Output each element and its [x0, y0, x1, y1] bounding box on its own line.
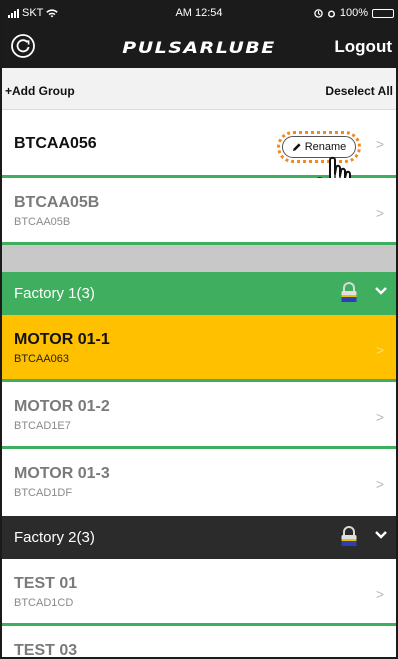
app-header: PULSARLUBE Logout	[2, 26, 396, 68]
status-bar: SKT AM 12:54 100%	[2, 2, 396, 26]
device-name: TEST 01	[14, 575, 78, 592]
chevron-right-icon: >	[375, 205, 384, 221]
device-name: BTCAA05B	[14, 194, 100, 211]
device-id: BTCAA063	[14, 353, 70, 365]
device-name: MOTOR 01-2	[14, 398, 110, 415]
lock-icon[interactable]	[340, 282, 358, 304]
device-name: MOTOR 01-3	[14, 465, 110, 482]
device-name: TEST 03	[14, 642, 78, 659]
chevron-right-icon: >	[375, 342, 384, 358]
group-toolbar: +Add Group Deselect All	[2, 68, 396, 110]
lock-icon[interactable]	[340, 526, 358, 548]
device-row-motor-01-1[interactable]: MOTOR 01-1 BTCAA063 >	[2, 315, 396, 382]
device-name: BTCAA056	[14, 135, 97, 152]
rename-label: Rename	[304, 141, 347, 153]
device-id: BTCAA05B	[14, 216, 71, 228]
group-header-factory-2[interactable]: Factory 2(3)	[2, 516, 396, 559]
app-screen: SKT AM 12:54 100% PULSARLUBE Logout +Add…	[0, 0, 398, 659]
device-id: BTCAD1CD	[14, 597, 74, 609]
section-divider	[2, 245, 396, 272]
pencil-icon	[292, 143, 301, 151]
add-group-button[interactable]: +Add Group	[5, 84, 75, 98]
logout-button[interactable]: Logout	[334, 37, 392, 57]
chevron-down-icon[interactable]	[374, 286, 388, 296]
location-icon	[314, 8, 323, 18]
chevron-right-icon: >	[375, 136, 384, 152]
device-row-test-03[interactable]: TEST 03 >	[2, 626, 396, 659]
status-right: 100%	[314, 7, 394, 19]
chevron-down-icon[interactable]	[374, 530, 388, 540]
device-row-motor-01-3[interactable]: MOTOR 01-3 BTCAD1DF >	[2, 449, 396, 516]
device-id: BTCAD1DF	[14, 487, 73, 499]
battery-percent: 100%	[339, 7, 368, 19]
group-name: Factory 1(3)	[14, 285, 95, 302]
rename-button[interactable]: Rename	[277, 131, 361, 163]
group-name: Factory 2(3)	[14, 529, 95, 546]
battery-icon	[372, 8, 394, 18]
chevron-right-icon: >	[375, 409, 384, 425]
device-row-btcaa05b[interactable]: BTCAA05B BTCAA05B >	[2, 178, 396, 245]
deselect-all-button[interactable]: Deselect All	[325, 84, 393, 98]
device-name: MOTOR 01-1	[14, 331, 110, 348]
alarm-icon	[327, 10, 335, 17]
chevron-right-icon: >	[376, 653, 384, 657]
device-id: BTCAD1E7	[14, 420, 71, 432]
chevron-right-icon: >	[375, 476, 384, 492]
group-header-factory-1[interactable]: Factory 1(3)	[2, 272, 396, 315]
chevron-right-icon: >	[375, 586, 384, 602]
device-row-test-01[interactable]: TEST 01 BTCAD1CD >	[2, 559, 396, 626]
device-row-motor-01-2[interactable]: MOTOR 01-2 BTCAD1E7 >	[2, 382, 396, 449]
